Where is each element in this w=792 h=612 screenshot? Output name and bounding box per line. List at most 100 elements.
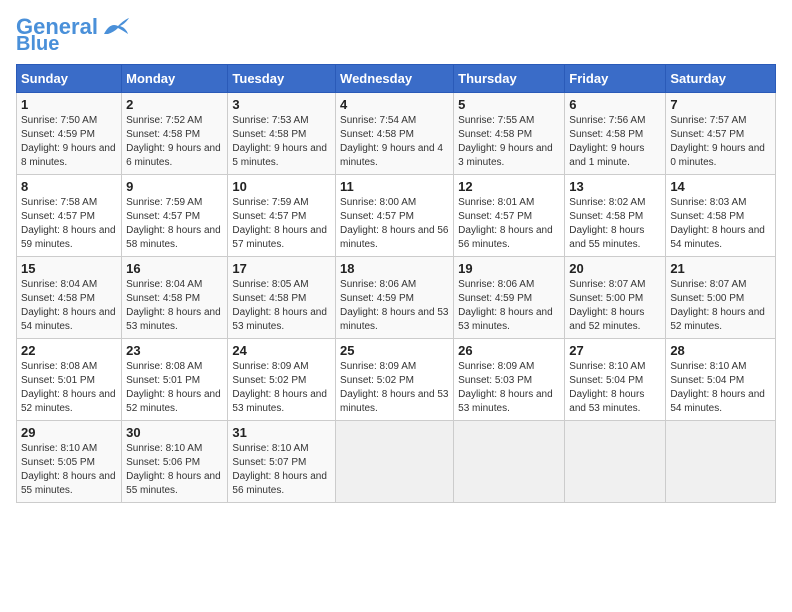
day-number: 23 [126,343,223,358]
calendar-cell: 24 Sunrise: 8:09 AM Sunset: 5:02 PM Dayli… [228,339,336,421]
calendar-week-1: 1 Sunrise: 7:50 AM Sunset: 4:59 PM Daylig… [17,93,776,175]
day-info: Sunrise: 7:57 AM Sunset: 4:57 PM Dayligh… [670,114,771,170]
col-header-saturday: Saturday [666,65,776,93]
day-info: Sunrise: 8:05 AM Sunset: 4:58 PM Dayligh… [232,278,331,334]
day-info: Sunrise: 8:07 AM Sunset: 5:00 PM Dayligh… [670,278,771,334]
day-number: 31 [232,425,331,440]
calendar-cell: 6 Sunrise: 7:56 AM Sunset: 4:58 PM Daylig… [565,93,666,175]
day-number: 10 [232,179,331,194]
calendar-week-5: 29 Sunrise: 8:10 AM Sunset: 5:05 PM Dayli… [17,421,776,503]
day-info: Sunrise: 8:06 AM Sunset: 4:59 PM Dayligh… [458,278,560,334]
calendar-cell: 15 Sunrise: 8:04 AM Sunset: 4:58 PM Dayli… [17,257,122,339]
day-number: 11 [340,179,449,194]
page-header: General Blue [16,16,776,54]
day-info: Sunrise: 8:10 AM Sunset: 5:06 PM Dayligh… [126,442,223,498]
day-number: 18 [340,261,449,276]
calendar-cell: 30 Sunrise: 8:10 AM Sunset: 5:06 PM Dayli… [122,421,228,503]
day-number: 3 [232,97,331,112]
calendar-week-4: 22Sunrise: 8:08 AM Sunset: 5:01 PM Dayli… [17,339,776,421]
logo: General Blue [16,16,130,54]
calendar-cell: 1 Sunrise: 7:50 AM Sunset: 4:59 PM Daylig… [17,93,122,175]
calendar-cell: 26Sunrise: 8:09 AM Sunset: 5:03 PM Dayli… [454,339,565,421]
day-number: 2 [126,97,223,112]
day-number: 15 [21,261,117,276]
day-number: 30 [126,425,223,440]
day-info: Sunrise: 7:53 AM Sunset: 4:58 PM Dayligh… [232,114,331,170]
calendar-cell: 14Sunrise: 8:03 AM Sunset: 4:58 PM Dayli… [666,175,776,257]
day-number: 1 [21,97,117,112]
calendar-cell [565,421,666,503]
col-header-wednesday: Wednesday [336,65,454,93]
calendar-cell: 2 Sunrise: 7:52 AM Sunset: 4:58 PM Daylig… [122,93,228,175]
day-of-week-header: SundayMondayTuesdayWednesdayThursdayFrid… [17,65,776,93]
calendar-cell: 28Sunrise: 8:10 AM Sunset: 5:04 PM Dayli… [666,339,776,421]
day-info: Sunrise: 8:02 AM Sunset: 4:58 PM Dayligh… [569,196,661,252]
day-number: 8 [21,179,117,194]
day-info: Sunrise: 7:58 AM Sunset: 4:57 PM Dayligh… [21,196,117,252]
day-number: 20 [569,261,661,276]
calendar-cell [454,421,565,503]
day-info: Sunrise: 8:01 AM Sunset: 4:57 PM Dayligh… [458,196,560,252]
day-info: Sunrise: 8:09 AM Sunset: 5:02 PM Dayligh… [340,360,449,416]
day-info: Sunrise: 7:54 AM Sunset: 4:58 PM Dayligh… [340,114,449,170]
calendar-cell: 29 Sunrise: 8:10 AM Sunset: 5:05 PM Dayli… [17,421,122,503]
calendar-cell: 17 Sunrise: 8:05 AM Sunset: 4:58 PM Dayli… [228,257,336,339]
calendar-cell [336,421,454,503]
calendar-cell: 22Sunrise: 8:08 AM Sunset: 5:01 PM Dayli… [17,339,122,421]
day-info: Sunrise: 7:59 AM Sunset: 4:57 PM Dayligh… [232,196,331,252]
col-header-friday: Friday [565,65,666,93]
day-number: 5 [458,97,560,112]
day-info: Sunrise: 8:10 AM Sunset: 5:07 PM Dayligh… [232,442,331,498]
day-info: Sunrise: 8:10 AM Sunset: 5:04 PM Dayligh… [569,360,661,416]
calendar-cell: 20Sunrise: 8:07 AM Sunset: 5:00 PM Dayli… [565,257,666,339]
calendar-body: 1 Sunrise: 7:50 AM Sunset: 4:59 PM Daylig… [17,93,776,503]
day-number: 9 [126,179,223,194]
day-info: Sunrise: 7:56 AM Sunset: 4:58 PM Dayligh… [569,114,661,170]
day-info: Sunrise: 8:08 AM Sunset: 5:01 PM Dayligh… [21,360,117,416]
day-info: Sunrise: 8:09 AM Sunset: 5:02 PM Dayligh… [232,360,331,416]
day-info: Sunrise: 7:50 AM Sunset: 4:59 PM Dayligh… [21,114,117,170]
day-number: 6 [569,97,661,112]
calendar-cell: 4 Sunrise: 7:54 AM Sunset: 4:58 PM Daylig… [336,93,454,175]
calendar-cell: 8 Sunrise: 7:58 AM Sunset: 4:57 PM Daylig… [17,175,122,257]
col-header-thursday: Thursday [454,65,565,93]
calendar-cell: 23 Sunrise: 8:08 AM Sunset: 5:01 PM Dayli… [122,339,228,421]
day-info: Sunrise: 8:04 AM Sunset: 4:58 PM Dayligh… [21,278,117,334]
logo-blue: Blue [16,34,59,54]
day-number: 27 [569,343,661,358]
day-info: Sunrise: 8:10 AM Sunset: 5:05 PM Dayligh… [21,442,117,498]
day-info: Sunrise: 8:08 AM Sunset: 5:01 PM Dayligh… [126,360,223,416]
day-number: 13 [569,179,661,194]
day-number: 17 [232,261,331,276]
day-number: 29 [21,425,117,440]
logo-bird-icon [100,16,130,38]
calendar-cell: 31 Sunrise: 8:10 AM Sunset: 5:07 PM Dayli… [228,421,336,503]
day-number: 4 [340,97,449,112]
calendar-week-2: 8 Sunrise: 7:58 AM Sunset: 4:57 PM Daylig… [17,175,776,257]
calendar-cell: 25Sunrise: 8:09 AM Sunset: 5:02 PM Dayli… [336,339,454,421]
calendar-cell [666,421,776,503]
day-info: Sunrise: 8:09 AM Sunset: 5:03 PM Dayligh… [458,360,560,416]
day-number: 12 [458,179,560,194]
calendar-week-3: 15 Sunrise: 8:04 AM Sunset: 4:58 PM Dayli… [17,257,776,339]
day-info: Sunrise: 7:59 AM Sunset: 4:57 PM Dayligh… [126,196,223,252]
day-info: Sunrise: 8:04 AM Sunset: 4:58 PM Dayligh… [126,278,223,334]
calendar-table: SundayMondayTuesdayWednesdayThursdayFrid… [16,64,776,503]
day-info: Sunrise: 7:55 AM Sunset: 4:58 PM Dayligh… [458,114,560,170]
calendar-cell: 18Sunrise: 8:06 AM Sunset: 4:59 PM Dayli… [336,257,454,339]
day-info: Sunrise: 7:52 AM Sunset: 4:58 PM Dayligh… [126,114,223,170]
col-header-monday: Monday [122,65,228,93]
day-number: 14 [670,179,771,194]
day-number: 24 [232,343,331,358]
day-info: Sunrise: 8:10 AM Sunset: 5:04 PM Dayligh… [670,360,771,416]
calendar-cell: 13 Sunrise: 8:02 AM Sunset: 4:58 PM Dayli… [565,175,666,257]
col-header-sunday: Sunday [17,65,122,93]
calendar-cell: 12 Sunrise: 8:01 AM Sunset: 4:57 PM Dayli… [454,175,565,257]
calendar-cell: 27 Sunrise: 8:10 AM Sunset: 5:04 PM Dayli… [565,339,666,421]
calendar-cell: 7 Sunrise: 7:57 AM Sunset: 4:57 PM Daylig… [666,93,776,175]
day-number: 7 [670,97,771,112]
calendar-cell: 16 Sunrise: 8:04 AM Sunset: 4:58 PM Dayli… [122,257,228,339]
calendar-cell: 5 Sunrise: 7:55 AM Sunset: 4:58 PM Daylig… [454,93,565,175]
day-number: 19 [458,261,560,276]
day-number: 16 [126,261,223,276]
